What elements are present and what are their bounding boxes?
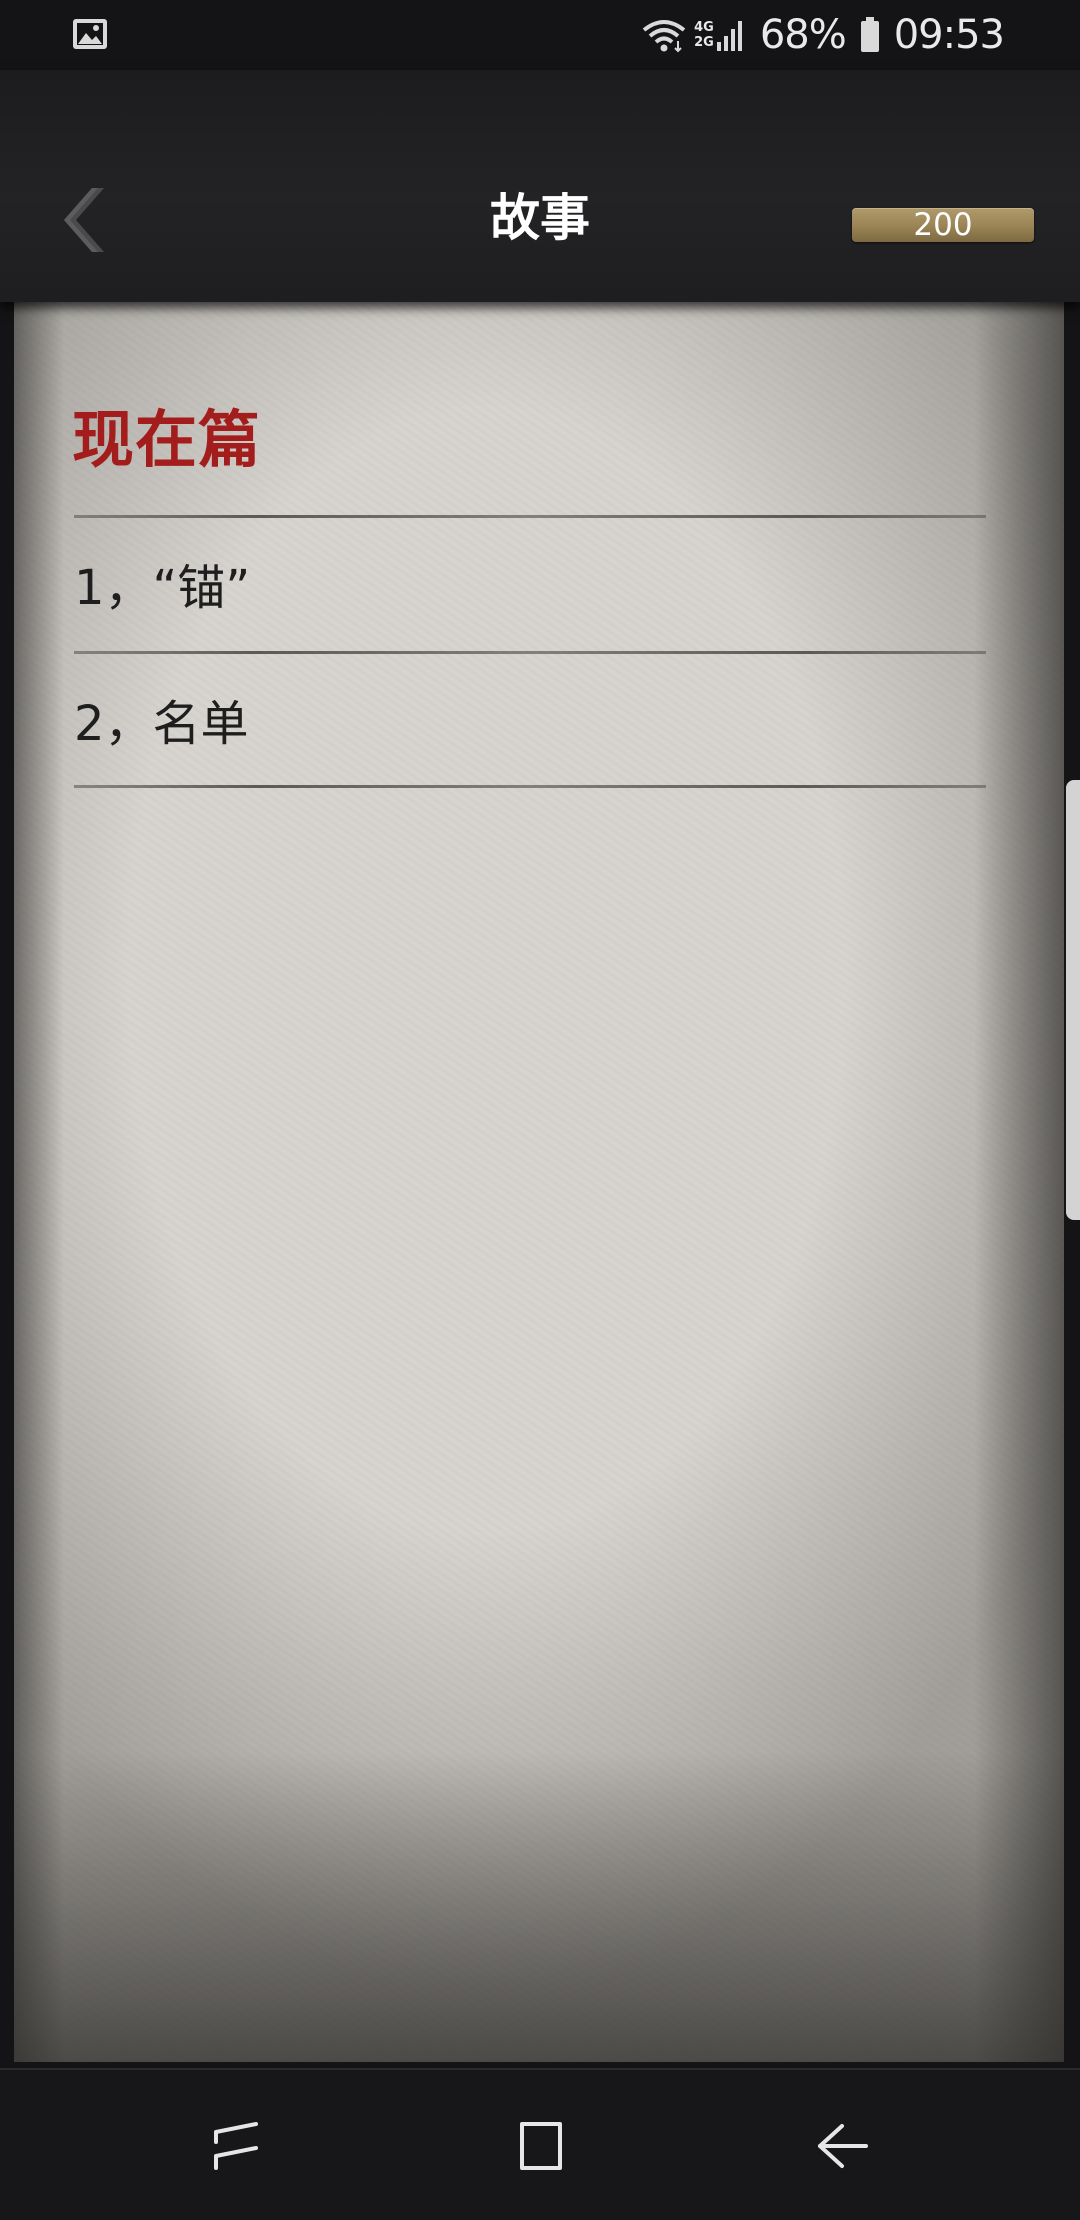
list-item-chapter-1[interactable]: 1，“锚” <box>74 518 986 648</box>
navigation-bar <box>0 2068 1080 2220</box>
list-item-label: 2，名单 <box>74 696 249 752</box>
status-bar: 4G 2G 68% 09:53 <box>0 0 1080 70</box>
gallery-icon <box>73 19 107 49</box>
list-item-label: 1，“锚” <box>74 560 251 616</box>
signal-icon <box>716 21 742 51</box>
app-screen: 4G 2G 68% 09:53 故事 200 现在篇 1，“锚” 2，名单 <box>0 0 1080 2220</box>
status-indicators: 4G 2G 68% 09:53 <box>640 12 1005 58</box>
edge-panel-handle[interactable] <box>1066 780 1080 1220</box>
network-type-2g: 2G <box>694 35 714 50</box>
app-header: 故事 200 <box>0 70 1080 302</box>
home-icon <box>520 2122 562 2170</box>
network-type: 4G 2G <box>694 20 714 50</box>
battery-icon <box>860 17 879 52</box>
story-page: 现在篇 1，“锚” 2，名单 <box>14 302 1064 2062</box>
recent-apps-button[interactable] <box>196 2110 276 2182</box>
back-icon <box>818 2124 868 2168</box>
list-item-chapter-2[interactable]: 2，名单 <box>74 654 986 784</box>
divider <box>74 785 986 788</box>
recent-apps-icon <box>214 2122 258 2170</box>
clock: 09:53 <box>893 12 1005 58</box>
network-type-4g: 4G <box>694 20 714 35</box>
coin-counter: 200 <box>852 208 1034 242</box>
section-title: 现在篇 <box>72 403 262 476</box>
wifi-icon <box>642 20 686 53</box>
home-button[interactable] <box>500 2110 580 2182</box>
nav-back-button[interactable] <box>802 2110 882 2182</box>
battery-percent: 68% <box>759 12 847 58</box>
